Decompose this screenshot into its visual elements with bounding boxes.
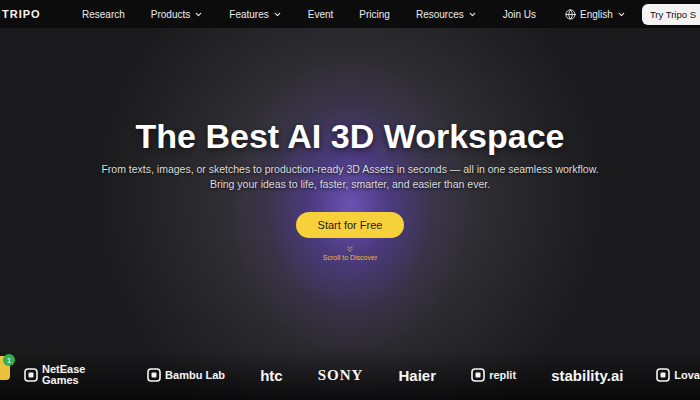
nav-item[interactable]: Resources — [416, 9, 477, 20]
partner-logo: SONY — [318, 370, 364, 381]
try-button[interactable]: Try Tripo S — [642, 4, 700, 25]
logo[interactable]: TRIPO — [0, 8, 82, 20]
nav-item[interactable]: Research — [82, 9, 125, 20]
globe-icon — [565, 9, 576, 20]
partner-logo-icon — [147, 368, 161, 382]
partner-logo: replit — [471, 368, 516, 382]
caret-down-icon — [273, 10, 282, 19]
chevrons-down-icon — [345, 244, 355, 254]
hero: The Best AI 3D Workspace From texts, imag… — [0, 28, 700, 400]
partner-logo: Bambu Lab — [147, 368, 225, 382]
notification-badge: 1 — [3, 354, 15, 366]
language-select[interactable]: English — [565, 9, 626, 20]
nav-item[interactable]: Event — [308, 9, 334, 20]
partner-logo-icon — [471, 368, 485, 382]
nav-item[interactable]: Products — [151, 9, 203, 20]
caret-down-icon — [194, 10, 203, 19]
partner-logo: NetEase Games — [24, 364, 112, 386]
nav-item[interactable]: Features — [229, 9, 281, 20]
start-button[interactable]: Start for Free — [296, 212, 405, 238]
partner-logo: Lova — [656, 368, 700, 382]
subtitle-line: From texts, images, or sketches to produ… — [101, 162, 598, 177]
partner-logo-icon — [656, 368, 670, 382]
partner-strip: NetEase Games Bambu Lab htc SONY Haier replit… — [0, 350, 700, 400]
partner-logo: stability.ai — [551, 370, 621, 381]
caret-down-icon — [468, 10, 477, 19]
scroll-hint[interactable]: Scroll to Discover — [323, 244, 377, 261]
page: TRIPOResearch Products Features Event Pricin… — [0, 0, 700, 400]
partner-logo: Haier — [399, 370, 437, 381]
nav-item[interactable]: Pricing — [359, 9, 390, 20]
hero-title: The Best AI 3D Workspace — [136, 116, 565, 156]
nav-item[interactable]: Join Us — [503, 9, 536, 20]
nav-list: Research Products Features Event Pricing Reso… — [82, 9, 565, 20]
partner-logo: htc — [260, 370, 283, 381]
caret-down-icon — [617, 10, 626, 19]
hero-subtitle: From texts, images, or sketches to produ… — [101, 162, 598, 192]
partner-logo-icon — [24, 368, 38, 382]
subtitle-line: Bring your ideas to life, faster, smarte… — [210, 177, 490, 192]
nav-bar: TRIPOResearch Products Features Event Pricin… — [0, 0, 700, 28]
